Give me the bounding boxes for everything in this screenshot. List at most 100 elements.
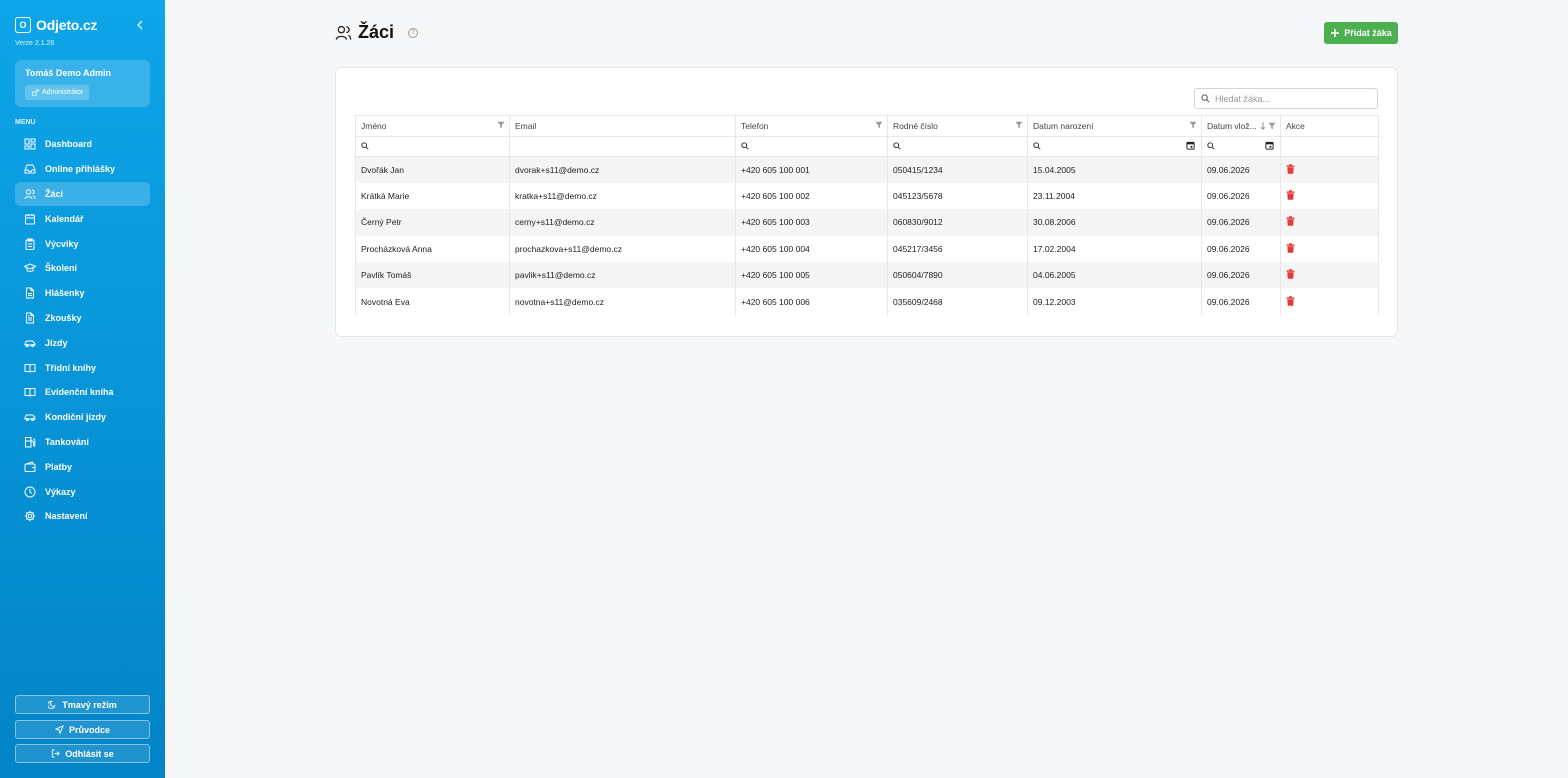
brand-name: Odjeto.cz: [36, 17, 98, 33]
sidebar-item-tankovani[interactable]: Tankování: [15, 430, 150, 455]
users-icon: [335, 25, 352, 40]
file-icon: [26, 287, 34, 299]
dark-mode-button[interactable]: Tmavý režim: [15, 695, 150, 714]
column-header-label: Telefon: [741, 121, 769, 131]
column-header-birth-date[interactable]: Datum narození: [1027, 115, 1202, 137]
table-row[interactable]: Dvořák Jan dvorak+s11@demo.cz +420 605 1…: [355, 156, 1379, 183]
sidebar-item-hlasenky[interactable]: Hlášenky: [15, 281, 150, 306]
search-icon: [1033, 142, 1041, 150]
cell-name: Dvořák Jan: [355, 156, 510, 183]
car-icon: [24, 340, 36, 347]
column-header-name[interactable]: Jméno: [355, 115, 510, 137]
cell-phone: +420 605 100 004: [735, 235, 888, 263]
column-header-label: Jméno: [361, 121, 387, 131]
sidebar-item-skoleni[interactable]: Školení: [15, 256, 150, 281]
sidebar-item-label: Jízdy: [45, 337, 68, 348]
sidebar-item-evidencni-kniha[interactable]: Evidenční kniha: [15, 380, 150, 405]
trash-icon[interactable]: [1286, 216, 1295, 227]
column-header-birth-number[interactable]: Rodné číslo: [887, 115, 1028, 137]
sidebar-item-zaci[interactable]: Žáci: [15, 181, 150, 207]
filter-icon[interactable]: [1189, 121, 1197, 129]
sidebar-item-platby[interactable]: Platby: [15, 454, 150, 479]
column-header-inserted-date[interactable]: Datum vlož...: [1201, 115, 1281, 137]
sidebar-item-label: Hlášenky: [45, 288, 85, 299]
filter-icon[interactable]: [1268, 122, 1276, 130]
trash-icon[interactable]: [1286, 190, 1295, 200]
trash-icon[interactable]: [1286, 295, 1295, 306]
brand[interactable]: O Odjeto.cz: [15, 17, 97, 33]
guide-button[interactable]: Průvodce: [15, 720, 150, 739]
table-row[interactable]: Krátká Marie kratka+s11@demo.cz +420 605…: [355, 182, 1379, 210]
logout-label: Odhlásit se: [65, 748, 114, 759]
filter-phone[interactable]: [735, 136, 888, 157]
filter-icon[interactable]: [497, 121, 505, 129]
help-icon[interactable]: ?: [408, 27, 419, 38]
filter-birth-date[interactable]: [1027, 136, 1202, 157]
sidebar-item-label: Školení: [45, 263, 78, 274]
sidebar-item-jizdy[interactable]: Jízdy: [15, 330, 150, 355]
search-icon: [361, 142, 369, 150]
table-row[interactable]: Pavlík Tomáš pavlik+s11@demo.cz +420 605…: [355, 262, 1379, 289]
sidebar-item-vykazy[interactable]: Výkazy: [15, 479, 150, 504]
logout-button[interactable]: Odhlásit se: [15, 744, 150, 763]
cell-email: dvorak+s11@demo.cz: [509, 156, 736, 183]
sidebar-item-kalendar[interactable]: Kalendář: [15, 206, 150, 231]
cell-birth-number: 050604/7890: [887, 262, 1028, 289]
table-row[interactable]: Procházková Anna prochazkova+s11@demo.cz…: [355, 235, 1379, 263]
trash-icon[interactable]: [1286, 164, 1295, 174]
filter-icon[interactable]: [1015, 121, 1023, 129]
sort-down-icon[interactable]: [1260, 121, 1266, 130]
cell-birth-number: 060830/9012: [887, 209, 1028, 236]
table-row[interactable]: Novotná Eva novotna+s11@demo.cz +420 605…: [355, 288, 1379, 315]
cell-phone: +420 605 100 006: [735, 288, 888, 315]
sidebar-item-nastaveni[interactable]: Nastavení: [15, 504, 150, 529]
sidebar: O Odjeto.cz Verze 2.1.26 Tomáš Demo Admi…: [0, 0, 165, 778]
graduation-cap-icon: [24, 263, 36, 273]
trash-icon[interactable]: [1286, 269, 1295, 279]
cell-birth-date: 09.12.2003: [1027, 288, 1202, 315]
cell-phone: +420 605 100 001: [735, 156, 888, 183]
add-student-button[interactable]: Přidat žáka: [1324, 22, 1398, 44]
sidebar-item-label: Zkoušky: [45, 312, 82, 323]
column-header-label: Datum narození: [1033, 121, 1094, 131]
column-header-label: Rodné číslo: [893, 121, 938, 131]
cell-inserted-date: 09.06.2026: [1201, 262, 1281, 289]
cell-birth-date: 30.08.2006: [1027, 209, 1202, 236]
column-header-email[interactable]: Email: [509, 115, 736, 137]
students-card: Jméno Email Telefon Rodné číslo Datum na…: [335, 67, 1398, 337]
car-icon: [24, 414, 36, 422]
fuel-icon: [25, 436, 36, 448]
filter-icon[interactable]: [875, 121, 883, 129]
cell-birth-date: 17.02.2004: [1027, 235, 1202, 263]
filter-inserted-date[interactable]: [1201, 136, 1281, 157]
collapse-sidebar-icon[interactable]: [136, 19, 144, 33]
sidebar-item-tridni-knihy[interactable]: Třídní knihy: [15, 355, 150, 380]
search-icon: [1201, 94, 1210, 103]
column-header-actions: Akce: [1280, 115, 1379, 137]
menu-heading: MENU: [15, 119, 36, 126]
sidebar-item-label: Platby: [45, 461, 73, 472]
column-header-phone[interactable]: Telefon: [735, 115, 888, 137]
table-row[interactable]: Černý Petr cerny+s11@demo.cz +420 605 10…: [355, 209, 1379, 236]
sidebar-item-online-prihlasky[interactable]: Online přihlášky: [15, 157, 150, 182]
cell-email: novotna+s11@demo.cz: [509, 288, 736, 315]
filter-name[interactable]: [355, 136, 510, 157]
calendar-icon[interactable]: [1186, 141, 1195, 150]
search-icon: [1207, 142, 1215, 150]
search-box[interactable]: [1194, 88, 1378, 109]
sidebar-item-kondicni-jizdy[interactable]: Kondiční jízdy: [15, 405, 150, 430]
search-input[interactable]: [1215, 93, 1365, 104]
sidebar-item-dashboard[interactable]: Dashboard: [15, 132, 150, 157]
trash-icon[interactable]: [1286, 243, 1295, 253]
cell-inserted-date: 09.06.2026: [1201, 209, 1281, 236]
cell-birth-number: 045123/5678: [887, 182, 1028, 210]
sidebar-item-vycviky[interactable]: Výcviky: [15, 231, 150, 256]
filter-birth-number[interactable]: [887, 136, 1028, 157]
sidebar-item-label: Kondiční jízdy: [45, 412, 107, 423]
sidebar-item-zkousky[interactable]: Zkoušky: [15, 306, 150, 331]
calendar-icon[interactable]: [1265, 141, 1274, 150]
page-title: Žáci ?: [335, 22, 419, 43]
column-header-label: Email: [515, 121, 537, 131]
user-role-label: Administrátor: [42, 89, 84, 96]
cell-birth-date: 23.11.2004: [1027, 182, 1202, 210]
